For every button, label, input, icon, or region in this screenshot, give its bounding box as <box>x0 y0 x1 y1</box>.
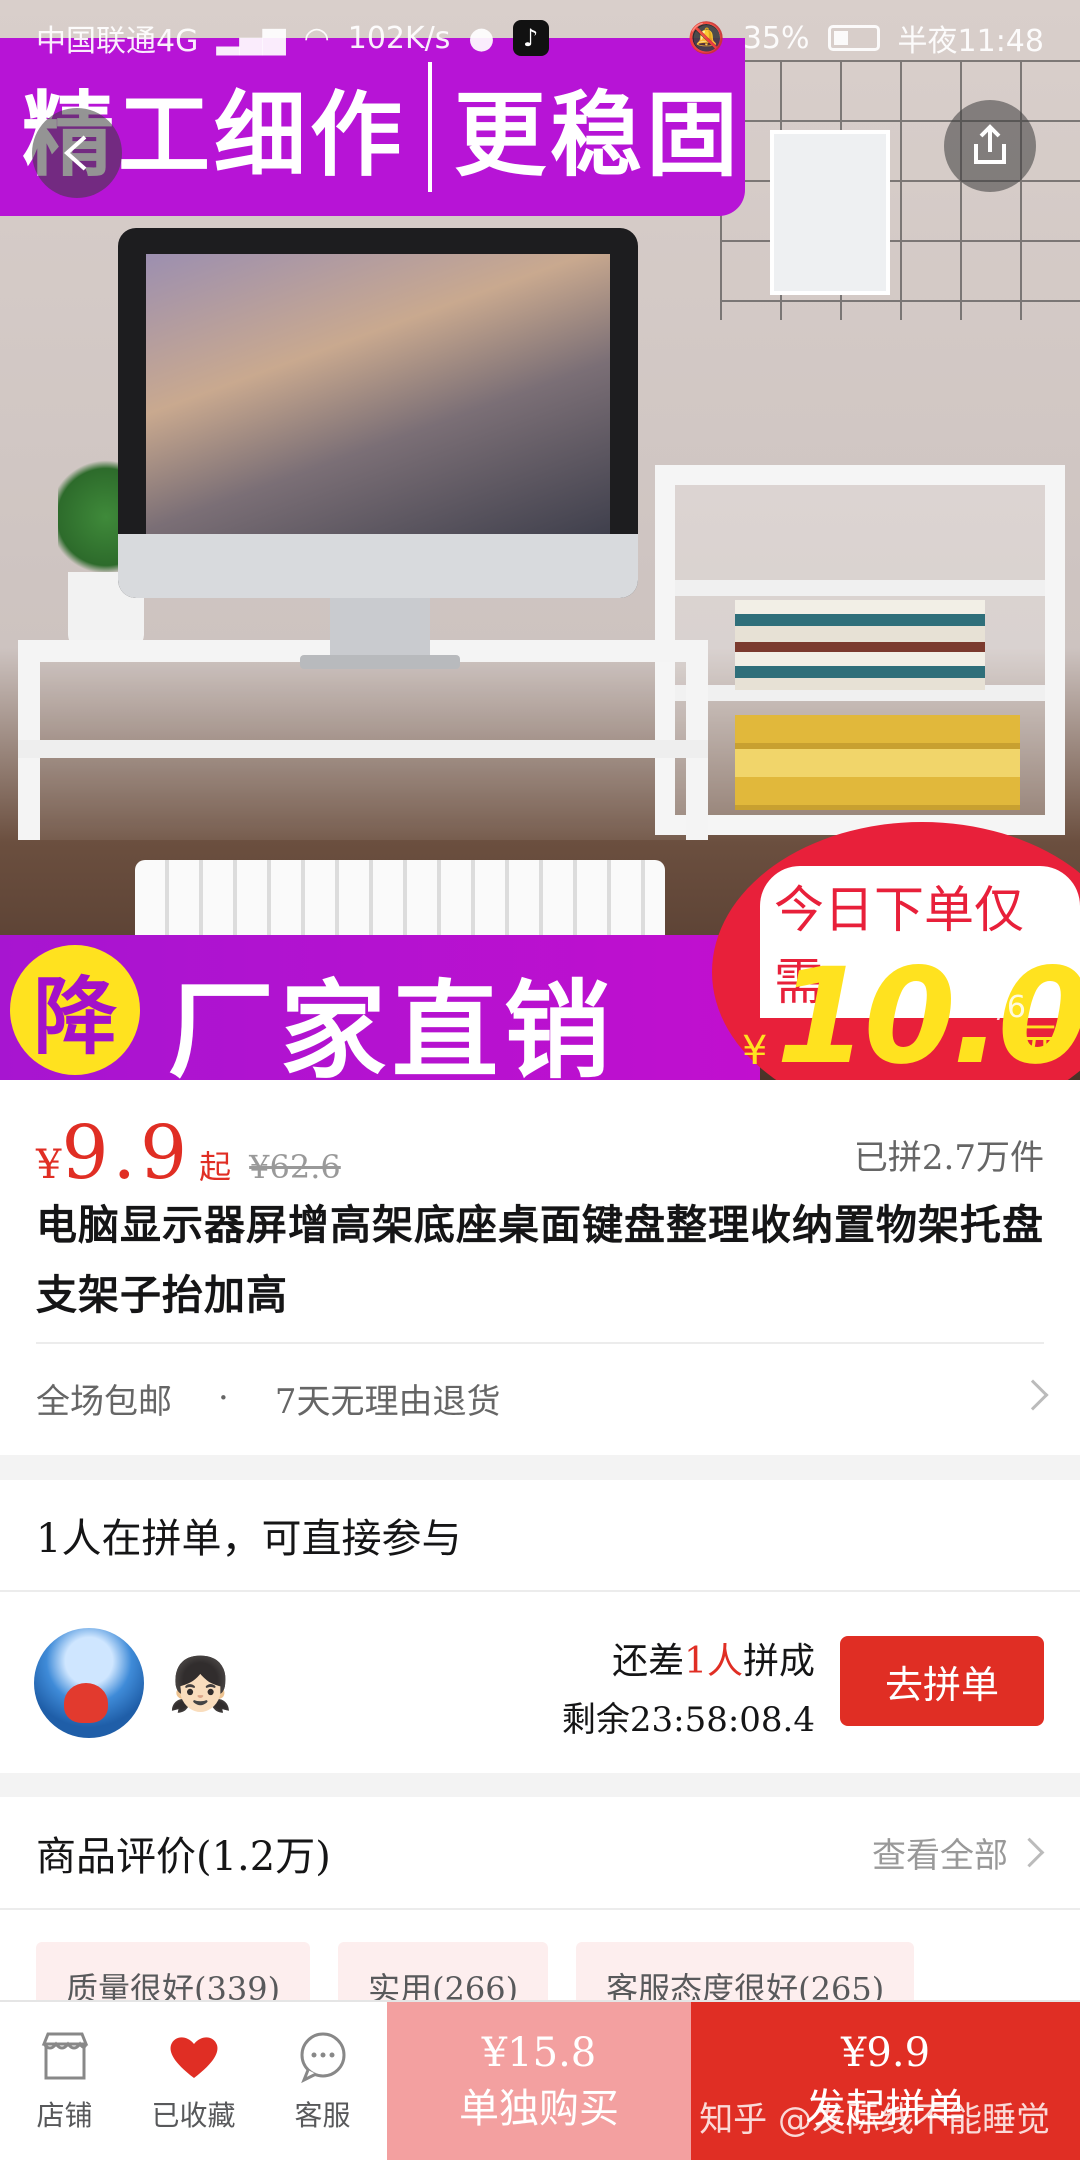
carrier-label: 中国联通4G <box>36 24 199 59</box>
group-buy-section: 1人在拼单，可直接参与 👧🏻 还差1人拼成 剩余23:58:08.4 去拼单 <box>0 1480 1080 1773</box>
price-row: ¥ 9.9 起 ¥62.6 已拼2.7万件 <box>36 1080 1044 1196</box>
price-badge-unit: 元 <box>1020 1020 1060 1066</box>
members-needed-prefix: 还差 <box>612 1641 685 1682</box>
favorite-button[interactable]: 已收藏 <box>129 2002 258 2160</box>
section-divider <box>0 1455 1080 1480</box>
watermark: 知乎 @发际线不能睡觉 <box>699 2100 1050 2140</box>
store-label: 店铺 <box>36 2099 93 2132</box>
members-needed: 还差1人拼成 <box>612 1632 815 1684</box>
countdown-label: 剩余 <box>561 1700 630 1740</box>
battery-percent: 35% <box>742 20 810 56</box>
price-suffix: 起 <box>199 1148 232 1186</box>
chevron-left-icon <box>63 135 87 171</box>
group-buy-row: 👧🏻 还差1人拼成 剩余23:58:08.4 去拼单 <box>0 1592 1080 1772</box>
customer-service-button[interactable]: 客服 <box>258 2002 387 2160</box>
group-buy-price: ¥9.9 <box>840 2030 931 2076</box>
members-needed-suffix: 拼成 <box>742 1641 815 1682</box>
share-icon <box>974 124 1006 164</box>
customer-service-label: 客服 <box>294 2099 351 2132</box>
countdown-time: 23:58:08.4 <box>629 1700 815 1740</box>
price-value: 9.9 <box>61 1110 192 1196</box>
service-guarantees[interactable]: 全场包邮 · 7天无理由退货 <box>36 1342 1049 1452</box>
countdown: 剩余23:58:08.4 <box>562 1692 815 1741</box>
share-button[interactable] <box>944 100 1036 192</box>
monitor <box>118 228 638 598</box>
group-buy-heading: 1人在拼单，可直接参与 <box>0 1480 1080 1592</box>
price-drop-mark: 降 <box>10 945 140 1075</box>
store-icon <box>41 2032 88 2080</box>
battery-icon <box>827 25 880 51</box>
monitor-stand <box>330 598 430 663</box>
reviews-title: 商品评价(1.2万) <box>36 1833 331 1880</box>
product-image-carousel[interactable]: 精工细作 更稳固 降 厂家直销 今日下单仅需 ¥ 10.0 元 1/6 <box>0 0 1080 1080</box>
section-divider <box>0 1773 1080 1797</box>
chevron-right-icon <box>1017 1379 1049 1411</box>
store-button[interactable]: 店铺 <box>0 2002 129 2160</box>
status-bar: 中国联通4G ▂▄▆ ◠ 102K/s ● ♪ 🔕 35% 半夜11:48 <box>0 0 1080 76</box>
banner-bottom-text: 厂家直销 <box>168 970 616 1080</box>
tiktok-icon: ♪ <box>512 20 549 56</box>
banner-top-right-text: 更稳固 <box>454 81 743 189</box>
book-stack <box>735 600 985 690</box>
image-counter: 1/6 <box>977 990 1026 1025</box>
banner-divider <box>428 62 433 192</box>
service-separator: · <box>218 1378 229 1418</box>
wifi-icon: ◠ <box>303 20 330 56</box>
price-currency: ¥ <box>36 1142 62 1188</box>
avatar <box>34 1628 144 1738</box>
return-policy-label: 7天无理由退货 <box>274 1381 501 1422</box>
riser-shelf <box>18 740 708 758</box>
product-info: ¥ 9.9 起 ¥62.6 已拼2.7万件 电脑显示器屏增高架底座桌面键盘整理收… <box>0 1080 1080 1455</box>
price-badge-currency: ¥ <box>742 1028 768 1074</box>
mute-icon: 🔕 <box>687 20 725 56</box>
book-stack-yellow <box>735 715 1020 810</box>
network-speed: 102K/s <box>347 20 451 56</box>
buy-alone-label: 单独购买 <box>459 2086 619 2132</box>
heart-icon <box>170 2037 217 2078</box>
group-price: ¥ 9.9 起 ¥62.6 <box>36 1110 341 1196</box>
reviews-header: 商品评价(1.2万) 查看全部 <box>0 1797 1080 1910</box>
wall-poster <box>770 130 890 295</box>
product-title: 电脑显示器屏增高架底座桌面键盘整理收纳置物架托盘支架子抬加高 <box>36 1201 1044 1319</box>
monitor-stand-foot <box>300 655 460 669</box>
favorite-label: 已收藏 <box>151 2099 236 2132</box>
view-all-reviews-link[interactable]: 查看全部 <box>872 1828 1044 1877</box>
signal-icon: ▂▄▆ <box>216 20 286 56</box>
wechat-icon: ● <box>468 20 495 56</box>
back-button[interactable] <box>32 108 122 198</box>
sold-count: 已拼2.7万件 <box>853 1138 1044 1178</box>
girl-emoji-icon: 👧🏻 <box>168 1655 233 1715</box>
buy-alone-button[interactable]: ¥15.8 单独购买 <box>387 2002 691 2160</box>
buy-alone-price: ¥15.8 <box>481 2030 597 2076</box>
chat-bubble-icon <box>300 2032 345 2084</box>
members-needed-count: 1人 <box>684 1641 743 1682</box>
original-price: ¥62.6 <box>249 1148 341 1186</box>
clock: 半夜11:48 <box>897 24 1044 59</box>
free-shipping-label: 全场包邮 <box>36 1381 172 1422</box>
join-group-button[interactable]: 去拼单 <box>840 1636 1044 1726</box>
